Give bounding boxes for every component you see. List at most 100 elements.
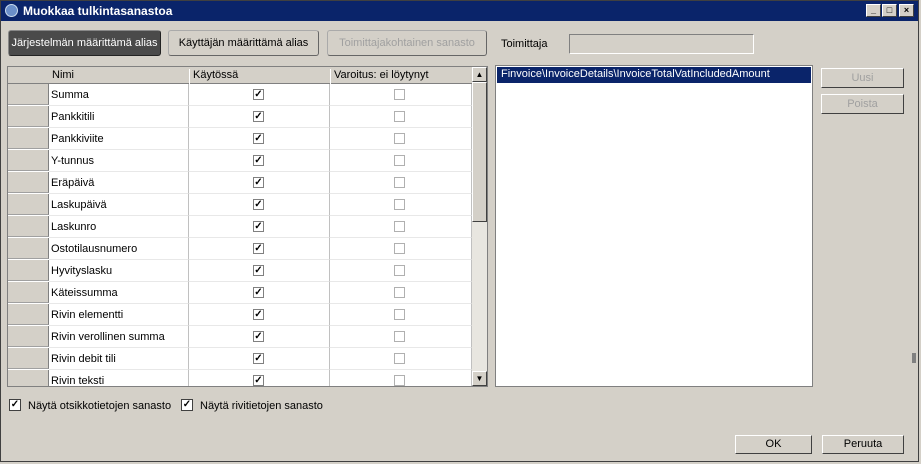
name-cell[interactable]: Rivin debit tili [49, 348, 189, 370]
supplier-vocab-button[interactable]: Toimittajakohtainen sanasto [327, 30, 487, 56]
path-list[interactable]: Finvoice\InvoiceDetails\InvoiceTotalVatI… [495, 65, 813, 387]
warning-checkbox[interactable] [394, 309, 405, 320]
table-row[interactable]: Ostotilausnumero ✓ [8, 238, 472, 260]
name-cell[interactable]: Pankkiviite [49, 128, 189, 150]
name-cell[interactable]: Y-tunnus [49, 150, 189, 172]
name-cell[interactable]: Hyvityslasku [49, 260, 189, 282]
warning-checkbox[interactable] [394, 331, 405, 342]
system-alias-button[interactable]: Järjestelmän määrittämä alias [8, 30, 161, 56]
table-row[interactable]: Pankkitili ✓ [8, 106, 472, 128]
table-row[interactable]: Pankkiviite ✓ [8, 128, 472, 150]
warning-checkbox[interactable] [394, 177, 405, 188]
column-header-warning[interactable]: Varoitus: ei löytynyt [334, 69, 429, 81]
warning-checkbox[interactable] [394, 287, 405, 298]
user-alias-button[interactable]: Käyttäjän määrittämä alias [168, 30, 319, 56]
title-bar[interactable]: Muokkaa tulkintasanastoa _ □ × [1, 1, 918, 21]
table-row[interactable]: Rivin teksti ✓ [8, 370, 472, 386]
warning-cell [330, 282, 472, 304]
row-header[interactable] [8, 84, 49, 105]
row-header[interactable] [8, 304, 49, 325]
warning-checkbox[interactable] [394, 133, 405, 144]
name-cell[interactable]: Eräpäivä [49, 172, 189, 194]
row-header[interactable] [8, 370, 49, 386]
table-row[interactable]: Y-tunnus ✓ [8, 150, 472, 172]
name-cell[interactable]: Laskupäivä [49, 194, 189, 216]
path-list-item[interactable]: Finvoice\InvoiceDetails\InvoiceTotalVatI… [497, 67, 811, 83]
table-row[interactable]: Rivin verollinen summa ✓ [8, 326, 472, 348]
name-cell[interactable]: Käteissumma [49, 282, 189, 304]
enabled-cell: ✓ [189, 216, 330, 238]
warning-checkbox[interactable] [394, 353, 405, 364]
enabled-cell: ✓ [189, 84, 330, 106]
maximize-button[interactable]: □ [882, 4, 897, 17]
table-row[interactable]: Laskupäivä ✓ [8, 194, 472, 216]
minimize-button[interactable]: _ [866, 4, 881, 17]
grid-scrollbar[interactable]: ▲ ▼ [472, 67, 487, 386]
name-cell[interactable]: Rivin elementti [49, 304, 189, 326]
table-row[interactable]: Eräpäivä ✓ [8, 172, 472, 194]
row-header[interactable] [8, 106, 49, 127]
row-header[interactable] [8, 194, 49, 215]
table-row[interactable]: Summa ✓ [8, 84, 472, 106]
name-cell[interactable]: Laskunro [49, 216, 189, 238]
row-header[interactable] [8, 282, 49, 303]
delete-path-button[interactable]: Poista [821, 94, 904, 114]
enabled-checkbox[interactable]: ✓ [253, 287, 264, 298]
enabled-checkbox[interactable]: ✓ [253, 309, 264, 320]
enabled-checkbox[interactable]: ✓ [253, 331, 264, 342]
row-header[interactable] [8, 128, 49, 149]
warning-checkbox[interactable] [394, 375, 405, 386]
name-cell[interactable]: Ostotilausnumero [49, 238, 189, 260]
vocabulary-grid: Nimi Käytössä Varoitus: ei löytynyt Summ… [7, 66, 488, 387]
enabled-checkbox[interactable]: ✓ [253, 243, 264, 254]
row-header[interactable] [8, 238, 49, 259]
row-header[interactable] [8, 326, 49, 347]
name-cell[interactable]: Rivin teksti [49, 370, 189, 386]
enabled-checkbox[interactable]: ✓ [253, 221, 264, 232]
supplier-field[interactable] [569, 34, 754, 54]
enabled-checkbox[interactable]: ✓ [253, 89, 264, 100]
enabled-checkbox[interactable]: ✓ [253, 111, 264, 122]
show-header-vocab-checkbox[interactable]: ✓ [9, 399, 21, 411]
column-header-enabled[interactable]: Käytössä [193, 69, 238, 81]
table-row[interactable]: Rivin elementti ✓ [8, 304, 472, 326]
name-cell[interactable]: Pankkitili [49, 106, 189, 128]
table-row[interactable]: Käteissumma ✓ [8, 282, 472, 304]
warning-checkbox[interactable] [394, 111, 405, 122]
warning-checkbox[interactable] [394, 89, 405, 100]
row-header[interactable] [8, 260, 49, 281]
enabled-checkbox[interactable]: ✓ [253, 133, 264, 144]
scroll-down-arrow-icon[interactable]: ▼ [472, 371, 487, 386]
enabled-checkbox[interactable]: ✓ [253, 155, 264, 166]
scroll-up-arrow-icon[interactable]: ▲ [472, 67, 487, 82]
name-cell[interactable]: Summa [49, 84, 189, 106]
enabled-checkbox[interactable]: ✓ [253, 353, 264, 364]
enabled-checkbox[interactable]: ✓ [253, 265, 264, 276]
name-cell[interactable]: Rivin verollinen summa [49, 326, 189, 348]
enabled-checkbox[interactable]: ✓ [253, 177, 264, 188]
warning-checkbox[interactable] [394, 243, 405, 254]
row-header[interactable] [8, 150, 49, 171]
close-button[interactable]: × [899, 4, 914, 17]
enabled-checkbox[interactable]: ✓ [253, 375, 264, 386]
warning-checkbox[interactable] [394, 155, 405, 166]
new-path-button[interactable]: Uusi [821, 68, 904, 88]
column-header-name[interactable]: Nimi [52, 69, 74, 81]
table-row[interactable]: Hyvityslasku ✓ [8, 260, 472, 282]
warning-checkbox[interactable] [394, 265, 405, 276]
warning-checkbox[interactable] [394, 199, 405, 210]
cancel-button[interactable]: Peruuta [822, 435, 904, 454]
enabled-checkbox[interactable]: ✓ [253, 199, 264, 210]
row-header[interactable] [8, 172, 49, 193]
row-header[interactable] [8, 348, 49, 369]
row-header[interactable] [8, 216, 49, 237]
ok-button[interactable]: OK [735, 435, 812, 454]
warning-cell [330, 84, 472, 106]
scroll-thumb[interactable] [472, 82, 487, 222]
table-row[interactable]: Laskunro ✓ [8, 216, 472, 238]
enabled-cell: ✓ [189, 106, 330, 128]
warning-checkbox[interactable] [394, 221, 405, 232]
resize-grip-icon[interactable] [912, 353, 916, 363]
show-row-vocab-checkbox[interactable]: ✓ [181, 399, 193, 411]
table-row[interactable]: Rivin debit tili ✓ [8, 348, 472, 370]
